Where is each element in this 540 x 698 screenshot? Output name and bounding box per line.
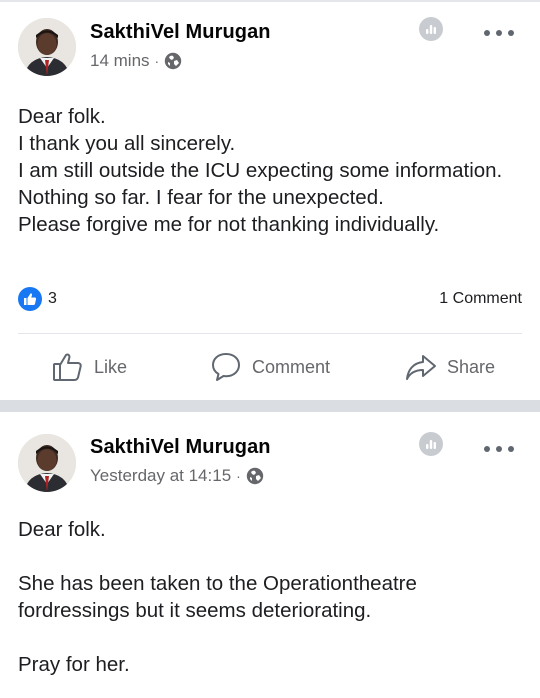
insights-icon[interactable] <box>418 431 444 457</box>
meta-separator: · <box>236 468 241 484</box>
like-reaction-icon <box>18 287 42 311</box>
more-options-icon[interactable] <box>484 444 514 454</box>
share-icon <box>405 351 437 383</box>
reactions-summary[interactable]: 3 <box>18 287 57 311</box>
share-button[interactable]: Share <box>405 346 495 388</box>
like-button[interactable]: Like <box>52 346 127 388</box>
comment-button[interactable]: Comment <box>210 346 330 388</box>
post-text: Dear folk. She has been taken to the Ope… <box>18 518 417 676</box>
divider <box>18 333 522 334</box>
avatar[interactable] <box>18 18 76 76</box>
post-meta: 14 mins · <box>90 51 182 71</box>
comment-label: Comment <box>252 356 331 377</box>
post-text: Dear folk. I thank you all sincerely. I … <box>18 105 503 236</box>
post-timestamp[interactable]: Yesterday at 14:15 <box>90 466 231 486</box>
globe-icon <box>246 467 264 485</box>
comment-count-link[interactable]: 1 Comment <box>439 290 522 308</box>
post-actions-bar: Like Comment Share <box>0 346 540 388</box>
author-name[interactable]: SakthiVel Murugan <box>90 21 271 44</box>
post-meta: Yesterday at 14:15 · <box>90 466 264 486</box>
globe-icon <box>164 52 182 70</box>
post-card: SakthiVel Murugan 14 mins · Dear folk. I… <box>0 0 540 400</box>
reaction-count: 3 <box>48 290 57 307</box>
post-card: SakthiVel Murugan Yesterday at 14:15 · D… <box>0 412 540 698</box>
post-timestamp[interactable]: 14 mins <box>90 51 150 71</box>
feed-separator <box>0 400 540 412</box>
author-name[interactable]: SakthiVel Murugan <box>90 436 271 459</box>
like-label: Like <box>94 356 128 377</box>
divider <box>0 0 540 2</box>
comment-icon <box>210 351 242 383</box>
like-icon <box>52 351 84 383</box>
meta-separator: · <box>154 53 160 69</box>
share-label: Share <box>447 356 496 377</box>
more-options-icon[interactable] <box>484 28 514 38</box>
avatar[interactable] <box>18 434 76 492</box>
insights-icon[interactable] <box>418 16 444 42</box>
